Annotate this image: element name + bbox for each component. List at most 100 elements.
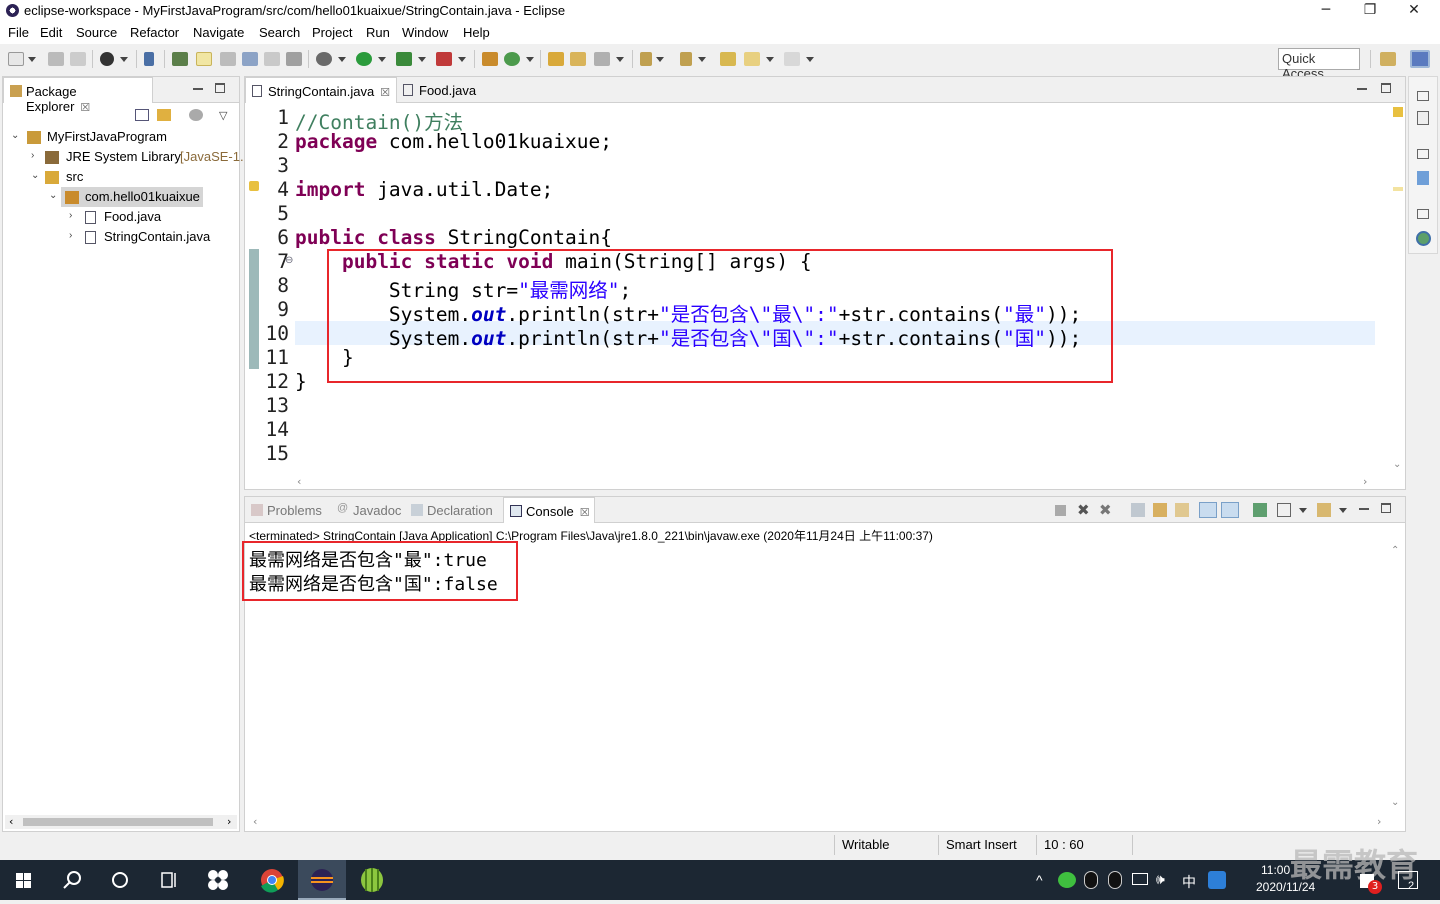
run-icon[interactable] — [356, 52, 372, 66]
chevron-right-icon[interactable]: › — [69, 230, 79, 241]
clock-time[interactable]: 11:00 — [1261, 863, 1290, 877]
view-menu-filter-icon[interactable] — [189, 109, 203, 121]
close-tab-icon[interactable]: ☒ — [380, 87, 390, 99]
start-button[interactable] — [0, 860, 48, 900]
menu-help[interactable]: Help — [463, 25, 490, 40]
tab-javadoc[interactable]: @ Javadoc — [331, 497, 405, 523]
cortana-button[interactable] — [96, 860, 144, 900]
scroll-left-icon[interactable]: ‹ — [297, 475, 301, 488]
taskbar-app-eclipse[interactable] — [298, 860, 346, 900]
chevron-down-icon[interactable]: ⌄ — [49, 190, 59, 201]
debug-dropdown-icon[interactable] — [120, 57, 128, 62]
last-edit-location-icon[interactable] — [720, 52, 736, 66]
code-line[interactable]: import java.util.Date; — [295, 178, 553, 201]
prev-annotation-icon[interactable] — [680, 52, 692, 66]
restore-icon[interactable] — [1417, 91, 1429, 101]
scroll-left-icon[interactable]: ‹ — [253, 815, 257, 828]
tree-item-src[interactable]: ⌄ src — [3, 167, 239, 187]
back-dropdown-icon[interactable] — [766, 57, 774, 62]
tree-item-package[interactable]: ⌄ com.hello01kuaixue — [3, 187, 239, 207]
code-line[interactable]: public class StringContain{ — [295, 226, 612, 249]
close-tab-icon[interactable]: ☒ — [580, 507, 590, 519]
run-dropdown-icon[interactable] — [378, 57, 386, 62]
volume-icon[interactable]: 🕪 — [1156, 871, 1165, 888]
new-class-dropdown-icon[interactable] — [526, 57, 534, 62]
search-tool-icon[interactable] — [594, 52, 610, 66]
tab-declaration[interactable]: Declaration — [405, 497, 503, 523]
pilcrow-icon[interactable] — [286, 52, 302, 66]
display-console-icon[interactable] — [1277, 503, 1291, 517]
debug-perspective-icon[interactable] — [100, 52, 114, 66]
ime-indicator[interactable]: 中 — [1182, 872, 1196, 892]
terminate-icon[interactable] — [1055, 505, 1066, 516]
view-menu-icon[interactable]: ▽ — [219, 109, 227, 122]
horizontal-scrollbar[interactable]: ‹ › — [5, 815, 237, 829]
qq-browser-icon[interactable] — [1208, 871, 1226, 889]
back-icon[interactable] — [744, 52, 760, 66]
taskbar-app-green[interactable] — [348, 860, 396, 900]
external-tools-dropdown-icon[interactable] — [458, 57, 466, 62]
tree-item-stringcontain-java[interactable]: › StringContain.java — [3, 227, 239, 247]
next-annotation-icon[interactable] — [640, 52, 652, 66]
menu-file[interactable]: File — [8, 25, 29, 40]
maximize-button[interactable]: ❐ — [1348, 2, 1392, 20]
qq-icon[interactable] — [1084, 871, 1098, 889]
chevron-down-icon[interactable]: ⌄ — [31, 170, 41, 181]
overview-warning-icon[interactable] — [1393, 107, 1403, 117]
close-tab-icon[interactable]: ☒ — [80, 102, 90, 114]
coverage-dropdown-icon[interactable] — [418, 57, 426, 62]
scroll-up-icon[interactable]: ⌃ — [1391, 545, 1399, 556]
quick-access-input[interactable]: Quick Access — [1278, 48, 1360, 81]
scroll-right-icon[interactable]: › — [227, 815, 231, 828]
tree-item-project[interactable]: ⌄ MyFirstJavaProgram — [3, 127, 239, 147]
chevron-right-icon[interactable]: › — [31, 150, 41, 161]
remove-all-terminated-icon[interactable]: ✖ — [1099, 501, 1112, 519]
new-class-icon[interactable] — [504, 52, 520, 66]
code-line[interactable]: package com.hello01kuaixue; — [295, 130, 612, 153]
tab-console[interactable]: Console ☒ — [503, 497, 595, 523]
wechat-icon[interactable] — [1058, 872, 1076, 888]
tree-item-food-java[interactable]: › Food.java — [3, 207, 239, 227]
scroll-lock-icon[interactable] — [1153, 503, 1167, 517]
new-dropdown-icon[interactable] — [28, 57, 36, 62]
debug-run-dropdown-icon[interactable] — [338, 57, 346, 62]
new-icon[interactable] — [8, 52, 24, 66]
open-perspective-icon[interactable] — [1380, 52, 1396, 66]
format-icon[interactable] — [264, 52, 280, 66]
maximize-editor-icon[interactable] — [1381, 83, 1391, 93]
taskbar-app-chrome[interactable] — [248, 860, 296, 900]
menu-project[interactable]: Project — [312, 25, 352, 40]
scroll-down-icon[interactable]: ⌄ — [1393, 459, 1401, 470]
menu-window[interactable]: Window — [402, 25, 448, 40]
menu-search[interactable]: Search — [259, 25, 300, 40]
open-console-icon[interactable] — [1317, 503, 1331, 517]
outline-icon[interactable] — [1417, 171, 1429, 185]
open-folder-icon[interactable] — [548, 52, 564, 66]
open-console-dropdown-icon[interactable] — [1339, 508, 1347, 513]
menu-source[interactable]: Source — [76, 25, 117, 40]
menu-navigate[interactable]: Navigate — [193, 25, 244, 40]
java-perspective-icon[interactable] — [1410, 50, 1430, 68]
next-annotation-dropdown-icon[interactable] — [656, 57, 664, 62]
scroll-right-icon[interactable]: › — [1363, 475, 1367, 488]
scroll-down-icon[interactable]: ⌄ — [1391, 797, 1399, 808]
link-with-editor-icon[interactable] — [157, 109, 171, 121]
overview-marker[interactable] — [1393, 187, 1403, 191]
tab-food-java[interactable]: Food.java — [397, 77, 497, 103]
scroll-left-icon[interactable]: ‹ — [9, 815, 13, 828]
skip-breakpoints-icon[interactable] — [144, 52, 154, 66]
coverage-icon[interactable] — [396, 52, 412, 66]
show-console-error-icon[interactable] — [1221, 502, 1239, 518]
search-button[interactable] — [48, 860, 96, 900]
display-console-dropdown-icon[interactable] — [1299, 508, 1307, 513]
task-list-icon[interactable] — [1417, 111, 1429, 125]
close-button[interactable]: ✕ — [1392, 2, 1436, 20]
tray-expand-icon[interactable]: ^ — [1036, 872, 1043, 888]
taskbar-app-pinwheel[interactable] — [194, 860, 242, 900]
maximize-view-icon[interactable] — [1381, 503, 1391, 513]
save-all-icon[interactable] — [70, 52, 86, 66]
restore-icon[interactable] — [1417, 149, 1429, 159]
toggle-block-icon[interactable] — [220, 52, 236, 66]
show-console-output-icon[interactable] — [1199, 502, 1217, 518]
forward-icon[interactable] — [784, 52, 800, 66]
